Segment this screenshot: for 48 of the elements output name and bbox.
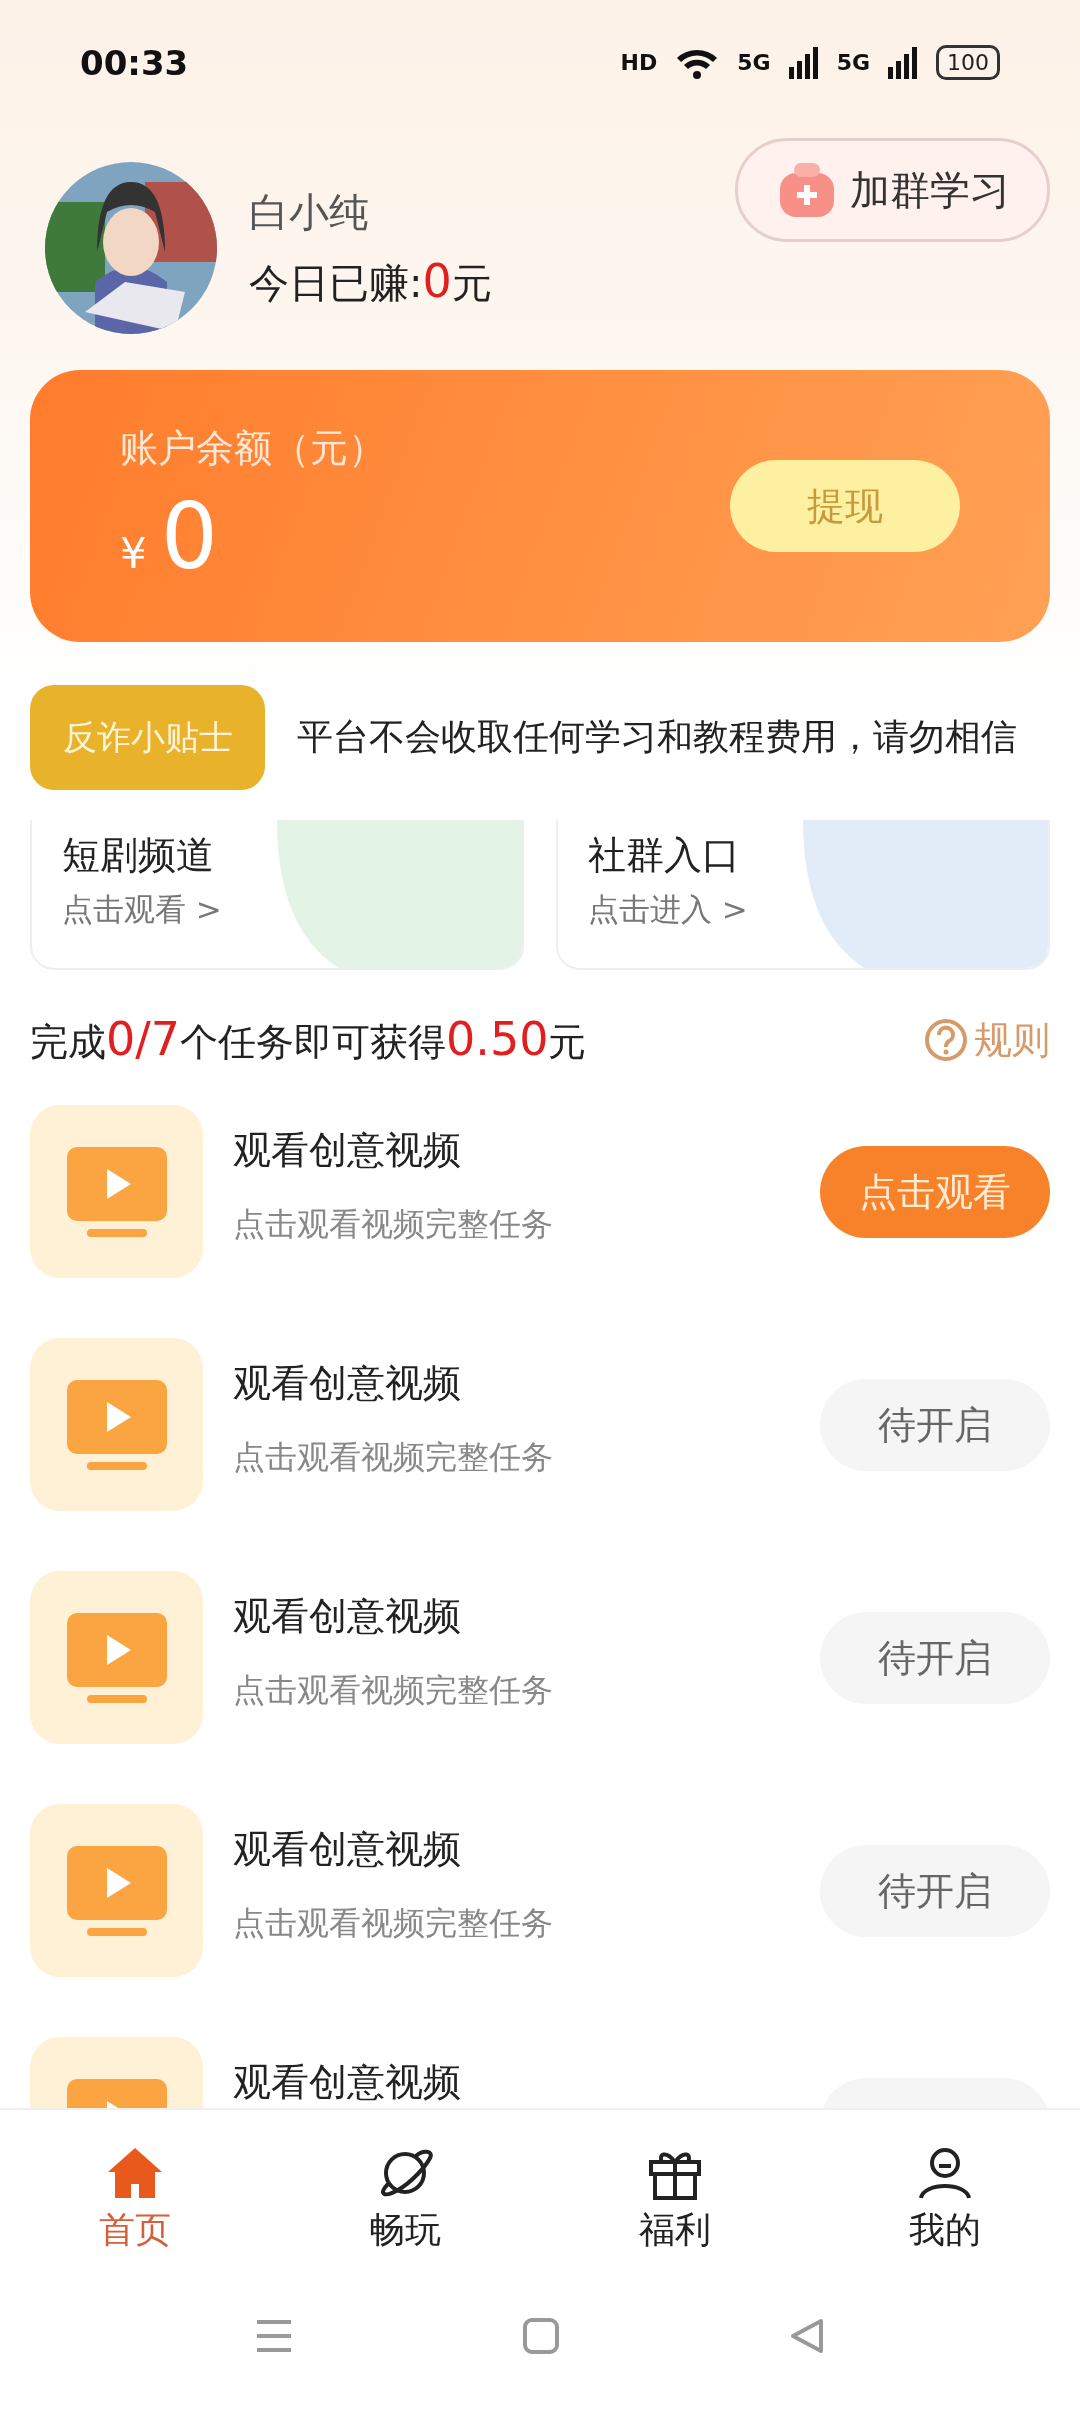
shortcut-link: 点击观看 > bbox=[62, 890, 223, 929]
task-title: 观看创意视频 bbox=[233, 1360, 462, 1406]
task-subtitle: 点击观看视频完整任务 bbox=[233, 1903, 554, 1944]
network-indicator: 5G bbox=[836, 50, 870, 75]
person-icon bbox=[916, 2145, 974, 2200]
nav-tab[interactable]: 福利 bbox=[540, 2110, 810, 2290]
pending-button[interactable]: 待开启 bbox=[820, 1845, 1050, 1937]
task-progress-text: 完成0/7个任务即可获得0.50元 bbox=[30, 1012, 587, 1068]
status-time: 00:33 bbox=[80, 42, 189, 83]
task-title: 观看创意视频 bbox=[233, 1826, 462, 1872]
task-title: 观看创意视频 bbox=[233, 1127, 462, 1173]
home-square-icon[interactable] bbox=[523, 2318, 559, 2354]
video-task-icon bbox=[30, 1338, 203, 1511]
user-name: 白小纯 bbox=[249, 187, 370, 237]
anti-fraud-badge: 反诈小贴士 bbox=[30, 685, 265, 790]
hd-indicator: HD bbox=[620, 50, 658, 75]
balance-amount: 0 bbox=[160, 484, 218, 589]
shortcut-card[interactable]: 社群入口 点击进入 > bbox=[556, 820, 1050, 970]
task-title: 观看创意视频 bbox=[233, 2059, 462, 2105]
shortcut-card[interactable]: 短剧频道 点击观看 > bbox=[30, 820, 524, 970]
nav-tab[interactable]: 首页 bbox=[0, 2110, 270, 2290]
video-task-icon bbox=[30, 1804, 203, 1977]
task-subtitle: 点击观看视频完整任务 bbox=[233, 1670, 554, 1711]
signal-icon bbox=[788, 46, 819, 79]
task-subtitle: 点击观看视频完整任务 bbox=[233, 1437, 554, 1478]
currency-symbol: ¥ bbox=[120, 529, 147, 578]
video-task-icon bbox=[30, 1105, 203, 1278]
shortcut-title: 短剧频道 bbox=[62, 832, 215, 879]
nav-tab[interactable]: 我的 bbox=[810, 2110, 1080, 2290]
video-task-icon bbox=[30, 1571, 203, 1744]
home-icon bbox=[106, 2145, 164, 2200]
nav-tab[interactable]: 畅玩 bbox=[270, 2110, 540, 2290]
pending-button[interactable]: 待开启 bbox=[820, 1612, 1050, 1704]
join-group-button[interactable]: 加群学习 bbox=[735, 138, 1050, 242]
menu-icon[interactable] bbox=[255, 2319, 293, 2353]
network-indicator: 5G bbox=[737, 50, 771, 75]
task-title: 观看创意视频 bbox=[233, 1593, 462, 1639]
battery-indicator: 100 bbox=[936, 45, 1000, 80]
question-icon bbox=[924, 1018, 968, 1062]
task-subtitle: 点击观看视频完整任务 bbox=[233, 1204, 554, 1245]
pending-button[interactable]: 待开启 bbox=[820, 1379, 1050, 1471]
back-icon[interactable] bbox=[789, 2318, 825, 2354]
signal-icon bbox=[888, 46, 918, 79]
shortcut-link: 点击进入 > bbox=[588, 890, 749, 929]
balance-label: 账户余额（元） bbox=[120, 425, 386, 472]
shortcut-title: 社群入口 bbox=[588, 832, 741, 879]
tip-text: 平台不会收取任何学习和教程费用，请勿相信 bbox=[297, 715, 1017, 759]
earned-today: 今日已赚:0元 bbox=[249, 253, 493, 310]
